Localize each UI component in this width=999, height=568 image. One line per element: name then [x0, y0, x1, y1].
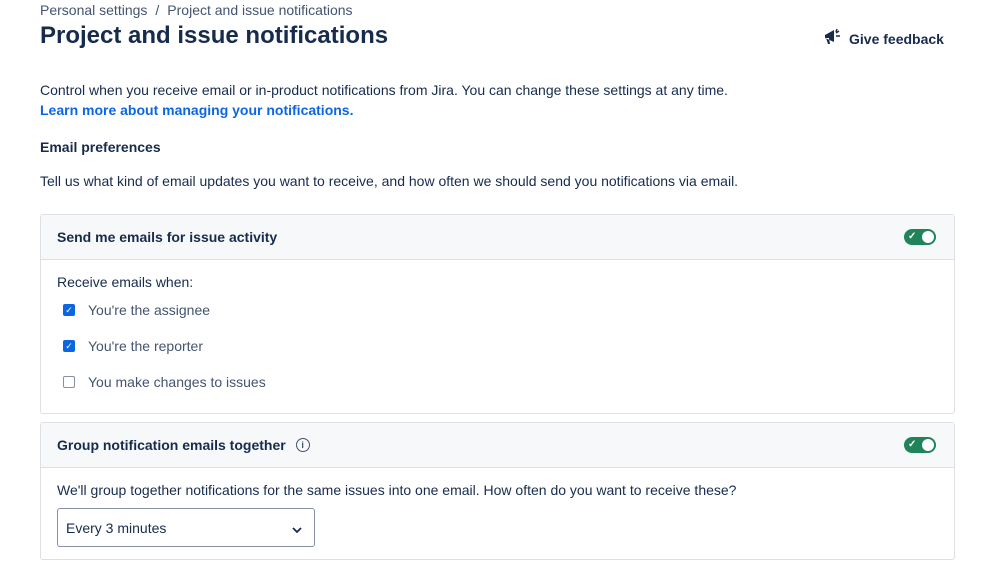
checkbox-checked[interactable]: ✓	[63, 304, 75, 316]
option-label: You're the reporter	[88, 338, 204, 354]
option-label: You make changes to issues	[88, 374, 266, 390]
email-preferences-heading: Email preferences	[40, 139, 161, 155]
option-reporter[interactable]: ✓ You're the reporter	[41, 328, 954, 364]
grouping-title: Group notification emails together	[57, 437, 286, 453]
grouping-card: Group notification emails together i ✓ We…	[40, 422, 955, 560]
issue-activity-toggle[interactable]: ✓	[904, 229, 936, 245]
grouping-toggle[interactable]: ✓	[904, 437, 936, 453]
give-feedback-label: Give feedback	[849, 30, 944, 47]
issue-activity-title: Send me emails for issue activity	[57, 229, 278, 245]
option-changes[interactable]: You make changes to issues	[41, 364, 954, 400]
toggle-knob	[922, 439, 934, 451]
breadcrumb-current[interactable]: Project and issue notifications	[167, 2, 352, 18]
intro: Control when you receive email or in-pro…	[40, 80, 728, 120]
frequency-value: Every 3 minutes	[66, 519, 167, 536]
checkbox-checked[interactable]: ✓	[63, 340, 75, 352]
grouping-header: Group notification emails together i ✓	[41, 423, 954, 468]
breadcrumb-personal-settings[interactable]: Personal settings	[40, 2, 147, 18]
email-preferences-description: Tell us what kind of email updates you w…	[40, 173, 739, 189]
breadcrumb: Personal settings / Project and issue noti…	[40, 2, 353, 18]
option-label: You're the assignee	[88, 302, 211, 318]
learn-more-link[interactable]: Learn more about managing your notificat…	[40, 100, 728, 120]
intro-text: Control when you receive email or in-pro…	[40, 82, 728, 98]
issue-activity-card: Send me emails for issue activity ✓ Rece…	[40, 214, 955, 414]
toggle-knob	[922, 231, 934, 243]
info-icon[interactable]: i	[295, 438, 310, 452]
issue-activity-header: Send me emails for issue activity ✓	[41, 215, 954, 260]
breadcrumb-separator: /	[155, 2, 160, 18]
check-icon: ✓	[908, 439, 917, 450]
option-assignee[interactable]: ✓ You're the assignee	[41, 292, 954, 328]
receive-emails-label: Receive emails when:	[57, 274, 194, 290]
grouping-description: We'll group together notifications for t…	[57, 482, 737, 498]
page-title: Project and issue notifications	[40, 22, 389, 49]
megaphone-icon	[823, 28, 843, 49]
frequency-select[interactable]: Every 3 minutes	[57, 508, 315, 547]
checkbox-unchecked[interactable]	[63, 376, 75, 388]
chevron-down-icon	[292, 520, 302, 536]
give-feedback-button[interactable]: Give feedback	[823, 28, 944, 49]
check-icon: ✓	[908, 231, 917, 242]
